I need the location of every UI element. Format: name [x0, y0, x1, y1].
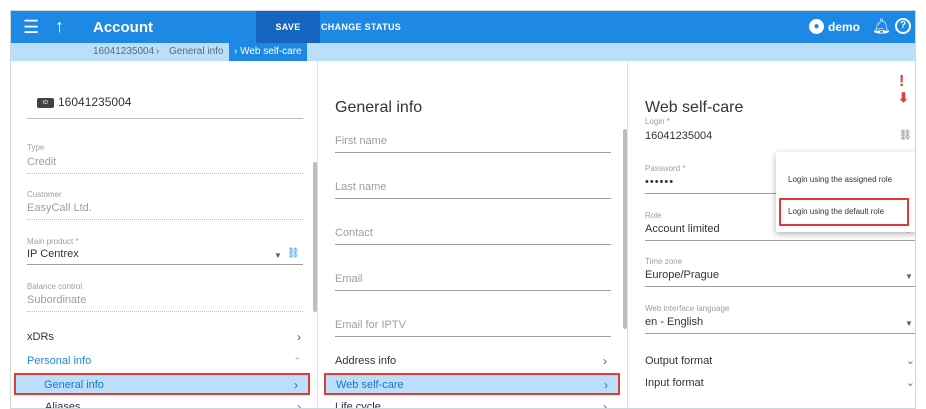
link-icon[interactable]: ⛓ [287, 248, 300, 259]
dropdown-arrow-icon[interactable]: ▼ [905, 319, 913, 328]
nav-item-label: Aliases [45, 401, 81, 409]
breadcrumb: 16041235004 › General info › Web self-ca… [11, 43, 915, 61]
nav-item-label: xDRs [27, 331, 54, 343]
customer-value: EasyCall Ltd. [27, 202, 92, 214]
password-input[interactable]: •••••• [645, 176, 674, 188]
nav-item-personal-info[interactable]: Personal info ⌃ [17, 351, 311, 371]
main-product-label: Main product * [27, 237, 79, 246]
breadcrumb-item-web-self-care[interactable]: › Web self-care [229, 43, 307, 61]
web-language-label: Web interface language [645, 304, 730, 313]
section-label: Input format [645, 377, 704, 389]
breadcrumb-item-account[interactable]: 16041235004 [93, 46, 154, 57]
role-label: Role [645, 211, 662, 220]
chevron-down-icon: ⌄ [905, 355, 915, 367]
login-label: Login * [645, 117, 670, 126]
last-name-input[interactable]: Last name [335, 181, 386, 193]
help-icon[interactable]: ? [895, 18, 911, 34]
divider [27, 311, 303, 312]
balance-control-value: Subordinate [27, 294, 87, 306]
page-title: Account [93, 19, 153, 36]
login-options-menu: Login using the assigned role Login usin… [776, 152, 915, 232]
annotation-arrow-down-icon: ⬇ [898, 90, 909, 105]
email-iptv-input[interactable]: Email for IPTV [335, 319, 406, 331]
nav-item-label: Web self-care [336, 379, 404, 391]
dropdown-arrow-icon[interactable]: ▼ [274, 251, 282, 260]
input-underline [335, 244, 611, 245]
account-summary-panel: ID 16041235004 Type Credit Customer Easy… [11, 61, 317, 409]
chevron-right-icon: › [297, 330, 301, 344]
chevron-down-icon: ⌄ [905, 377, 915, 389]
web-self-care-panel: Web self-care Login * 16041235004 ⛓ Pass… [627, 61, 915, 408]
input-underline [645, 193, 780, 194]
input-format-section[interactable]: Input format ⌄ [645, 373, 915, 393]
first-name-input[interactable]: First name [335, 135, 387, 147]
chevron-right-icon: › [604, 378, 608, 392]
chevron-right-icon: › [603, 400, 607, 409]
panel-title: Web self-care [645, 99, 744, 116]
input-underline [645, 333, 915, 334]
id-badge-icon: ID [37, 98, 54, 108]
menu-item-login-assigned-role[interactable]: Login using the assigned role [788, 175, 892, 184]
dropdown-arrow-icon[interactable]: ▼ [905, 272, 913, 281]
role-select[interactable]: Account limited [645, 223, 720, 235]
type-label: Type [27, 143, 45, 152]
email-input[interactable]: Email [335, 273, 363, 285]
panel-title: General info [335, 99, 423, 116]
user-icon[interactable]: ● [809, 19, 824, 34]
divider [27, 173, 303, 174]
change-status-button[interactable]: CHANGE STATUS [321, 11, 401, 43]
account-id: 16041235004 [58, 95, 132, 109]
chevron-right-icon: › [603, 354, 607, 368]
contact-input[interactable]: Contact [335, 227, 373, 239]
nav-item-label: Personal info [27, 355, 92, 367]
balance-control-label: Balance control [27, 282, 83, 291]
nav-item-life-cycle[interactable]: Life cycle › [327, 397, 617, 409]
menu-icon[interactable]: ☰ [23, 18, 39, 36]
nav-item-general-info[interactable]: General info › [14, 373, 310, 395]
password-label: Password * [645, 164, 686, 173]
input-underline [335, 336, 611, 337]
chevron-right-icon: › [156, 46, 160, 57]
nav-item-label: Address info [335, 355, 397, 367]
general-info-panel: General info First name Last name Contac… [317, 61, 627, 409]
nav-item-address-info[interactable]: Address info › [327, 351, 617, 371]
time-zone-label: Time zone [645, 257, 683, 266]
web-language-select[interactable]: en - English [645, 316, 703, 328]
type-value: Credit [27, 156, 57, 168]
link-icon[interactable]: ⛓ [899, 130, 912, 141]
save-button[interactable]: SAVE [256, 11, 320, 43]
user-name[interactable]: demo [828, 20, 860, 34]
section-label: Output format [645, 355, 713, 367]
account-id-row: ID 16041235004 [27, 89, 303, 119]
nav-item-xdrs[interactable]: xDRs › [17, 327, 311, 347]
breadcrumb-item-general-info[interactable]: General info [169, 46, 223, 57]
menu-item-login-default-role[interactable]: Login using the default role [779, 198, 909, 226]
arrow-up-icon[interactable]: ↑ [55, 17, 64, 35]
nav-item-label: Life cycle [335, 401, 381, 409]
customer-label: Customer [27, 190, 62, 199]
bell-icon[interactable]: 🔔︎ [872, 17, 891, 35]
output-format-section[interactable]: Output format ⌄ [645, 351, 915, 371]
nav-item-label: General info [44, 379, 104, 391]
input-underline [335, 152, 611, 153]
top-bar: ☰ ↑ Account SAVE CHANGE STATUS ● demo 🔔︎… [11, 11, 915, 43]
time-zone-select[interactable]: Europe/Prague [645, 269, 719, 281]
chevron-up-icon: ⌃ [293, 356, 301, 366]
input-underline [645, 240, 915, 241]
nav-item-aliases[interactable]: Aliases › [17, 397, 311, 409]
main-product-select[interactable]: IP Centrex [27, 248, 79, 260]
annotation-exclamation: ! [899, 73, 905, 90]
input-underline [645, 286, 915, 287]
input-underline [335, 290, 611, 291]
nav-item-web-self-care[interactable]: Web self-care › [324, 373, 620, 395]
login-input[interactable]: 16041235004 [645, 130, 712, 142]
chevron-right-icon: › [297, 400, 301, 409]
divider [27, 219, 303, 220]
chevron-right-icon: › [294, 378, 298, 392]
input-underline [335, 198, 611, 199]
breadcrumb-label: Web self-care [240, 46, 302, 57]
app-frame: ☰ ↑ Account SAVE CHANGE STATUS ● demo 🔔︎… [10, 10, 916, 409]
divider [27, 264, 303, 265]
